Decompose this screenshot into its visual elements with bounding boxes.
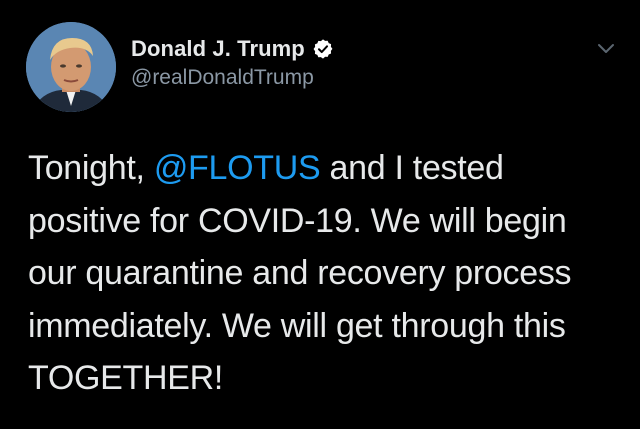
tweet-line-5: TOGETHER!	[28, 359, 224, 397]
avatar[interactable]	[26, 22, 116, 112]
profile-photo	[26, 22, 116, 112]
tweet-line-1: Tonight, @FLOTUS and I tested	[28, 142, 628, 195]
tweet-line-2: positive for COVID-19. We will begin	[28, 201, 567, 240]
tweet-text: Tonight, @FLOTUS and I tested positive f…	[28, 142, 628, 405]
tweet-line-3: our quarantine and recovery process	[28, 254, 572, 292]
chevron-down-icon[interactable]	[596, 42, 616, 56]
display-name[interactable]: Donald J. Trump	[131, 36, 305, 62]
tweet-text-segment: and I tested	[320, 149, 504, 187]
handle[interactable]: @realDonaldTrump	[131, 66, 334, 90]
verified-check-icon	[313, 39, 333, 59]
mention-link[interactable]: @FLOTUS	[154, 149, 321, 187]
tweet-card: Donald J. Trump @realDonaldTrump Tonight…	[0, 0, 640, 429]
tweet-text-segment: Tonight,	[28, 149, 154, 187]
author-block: Donald J. Trump @realDonaldTrump	[131, 34, 334, 90]
tweet-line-4: immediately. We will get through this	[28, 306, 566, 345]
name-row: Donald J. Trump	[131, 34, 334, 64]
